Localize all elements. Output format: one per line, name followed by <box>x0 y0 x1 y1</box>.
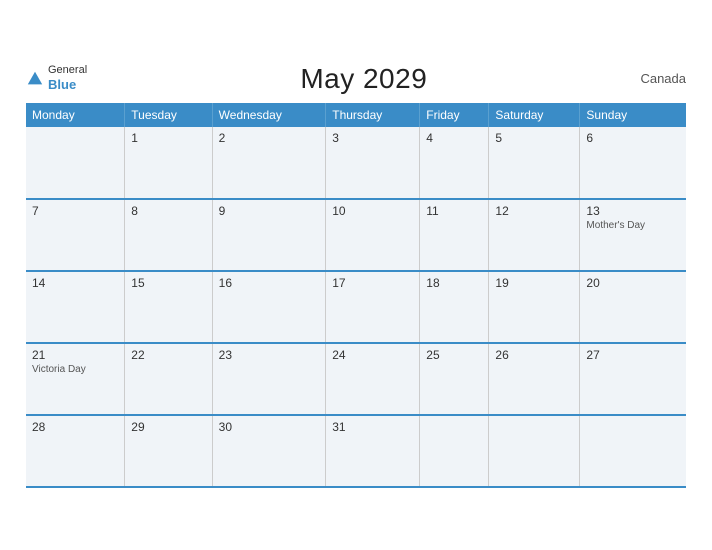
day-number: 31 <box>332 420 413 434</box>
calendar-cell: 20 <box>580 271 686 343</box>
day-number: 19 <box>495 276 573 290</box>
calendar-cell: 14 <box>26 271 125 343</box>
day-number: 10 <box>332 204 413 218</box>
calendar-cell <box>26 127 125 199</box>
day-number: 28 <box>32 420 118 434</box>
logo-text: General Blue <box>48 64 87 93</box>
day-number: 1 <box>131 131 205 145</box>
calendar-cell: 16 <box>212 271 326 343</box>
calendar-cell: 29 <box>125 415 212 487</box>
calendar-cell: 18 <box>420 271 489 343</box>
calendar-cell: 21 Victoria Day <box>26 343 125 415</box>
calendar-cell: 22 <box>125 343 212 415</box>
calendar-cell: 28 <box>26 415 125 487</box>
day-number: 16 <box>219 276 320 290</box>
day-number: 15 <box>131 276 205 290</box>
calendar-tbody: 12345678910111213Mother's Day14151617181… <box>26 127 686 487</box>
calendar-cell: 2 <box>212 127 326 199</box>
calendar-thead: MondayTuesdayWednesdayThursdayFridaySatu… <box>26 103 686 127</box>
logo-general: General <box>48 64 87 77</box>
day-number: 9 <box>219 204 320 218</box>
calendar-cell: 17 <box>326 271 420 343</box>
day-number: 27 <box>586 348 680 362</box>
day-header-thursday: Thursday <box>326 103 420 127</box>
day-number: 25 <box>426 348 482 362</box>
calendar-cell: 9 <box>212 199 326 271</box>
calendar-cell: 1 <box>125 127 212 199</box>
calendar-cell: 27 <box>580 343 686 415</box>
day-header-tuesday: Tuesday <box>125 103 212 127</box>
day-number: 6 <box>586 131 680 145</box>
calendar-cell: 4 <box>420 127 489 199</box>
country-label: Canada <box>640 71 686 86</box>
day-header-monday: Monday <box>26 103 125 127</box>
week-row-5: 28 29 30 31 <box>26 415 686 487</box>
calendar-container: General Blue May 2029 Canada MondayTuesd… <box>11 53 701 498</box>
day-number: 18 <box>426 276 482 290</box>
logo-icon <box>26 70 44 88</box>
calendar-cell: 12 <box>489 199 580 271</box>
day-number: 29 <box>131 420 205 434</box>
days-header-row: MondayTuesdayWednesdayThursdayFridaySatu… <box>26 103 686 127</box>
calendar-cell: 10 <box>326 199 420 271</box>
calendar-cell: 19 <box>489 271 580 343</box>
day-header-sunday: Sunday <box>580 103 686 127</box>
day-number: 20 <box>586 276 680 290</box>
week-row-2: 789 10 11 12 13 Mother's Day <box>26 199 686 271</box>
week-row-4: 21 Victoria Day 22 23 24 25 26 27 <box>26 343 686 415</box>
day-number: 3 <box>332 131 413 145</box>
calendar-cell: 8 <box>125 199 212 271</box>
calendar-cell: 25 <box>420 343 489 415</box>
calendar-cell <box>489 415 580 487</box>
day-number: 26 <box>495 348 573 362</box>
day-number: 30 <box>219 420 320 434</box>
day-number: 23 <box>219 348 320 362</box>
week-row-1: 123456 <box>26 127 686 199</box>
day-number: 5 <box>495 131 573 145</box>
day-header-friday: Friday <box>420 103 489 127</box>
day-header-wednesday: Wednesday <box>212 103 326 127</box>
calendar-cell <box>420 415 489 487</box>
day-number: 7 <box>32 204 118 218</box>
day-event: Victoria Day <box>32 364 118 375</box>
day-number: 11 <box>426 204 482 218</box>
calendar-cell <box>580 415 686 487</box>
logo: General Blue <box>26 64 87 93</box>
calendar-cell: 6 <box>580 127 686 199</box>
week-row-3: 14 15 16 17 18 19 20 <box>26 271 686 343</box>
month-title: May 2029 <box>300 63 427 95</box>
calendar-cell: 5 <box>489 127 580 199</box>
logo-blue: Blue <box>48 77 87 93</box>
calendar-cell: 24 <box>326 343 420 415</box>
calendar-cell: 31 <box>326 415 420 487</box>
day-number: 17 <box>332 276 413 290</box>
calendar-cell: 15 <box>125 271 212 343</box>
calendar-header: General Blue May 2029 Canada <box>26 63 686 95</box>
calendar-cell: 26 <box>489 343 580 415</box>
day-number: 14 <box>32 276 118 290</box>
calendar-cell: 13 Mother's Day <box>580 199 686 271</box>
calendar-cell: 3 <box>326 127 420 199</box>
day-number: 13 <box>586 204 680 218</box>
calendar-cell: 11 <box>420 199 489 271</box>
day-number: 24 <box>332 348 413 362</box>
day-number: 2 <box>219 131 320 145</box>
calendar-cell: 23 <box>212 343 326 415</box>
day-number: 4 <box>426 131 482 145</box>
day-header-saturday: Saturday <box>489 103 580 127</box>
calendar-cell: 7 <box>26 199 125 271</box>
day-number: 21 <box>32 348 118 362</box>
day-number: 8 <box>131 204 205 218</box>
day-number: 12 <box>495 204 573 218</box>
calendar-cell: 30 <box>212 415 326 487</box>
calendar-table: MondayTuesdayWednesdayThursdayFridaySatu… <box>26 103 686 488</box>
day-event: Mother's Day <box>586 220 680 231</box>
day-number: 22 <box>131 348 205 362</box>
